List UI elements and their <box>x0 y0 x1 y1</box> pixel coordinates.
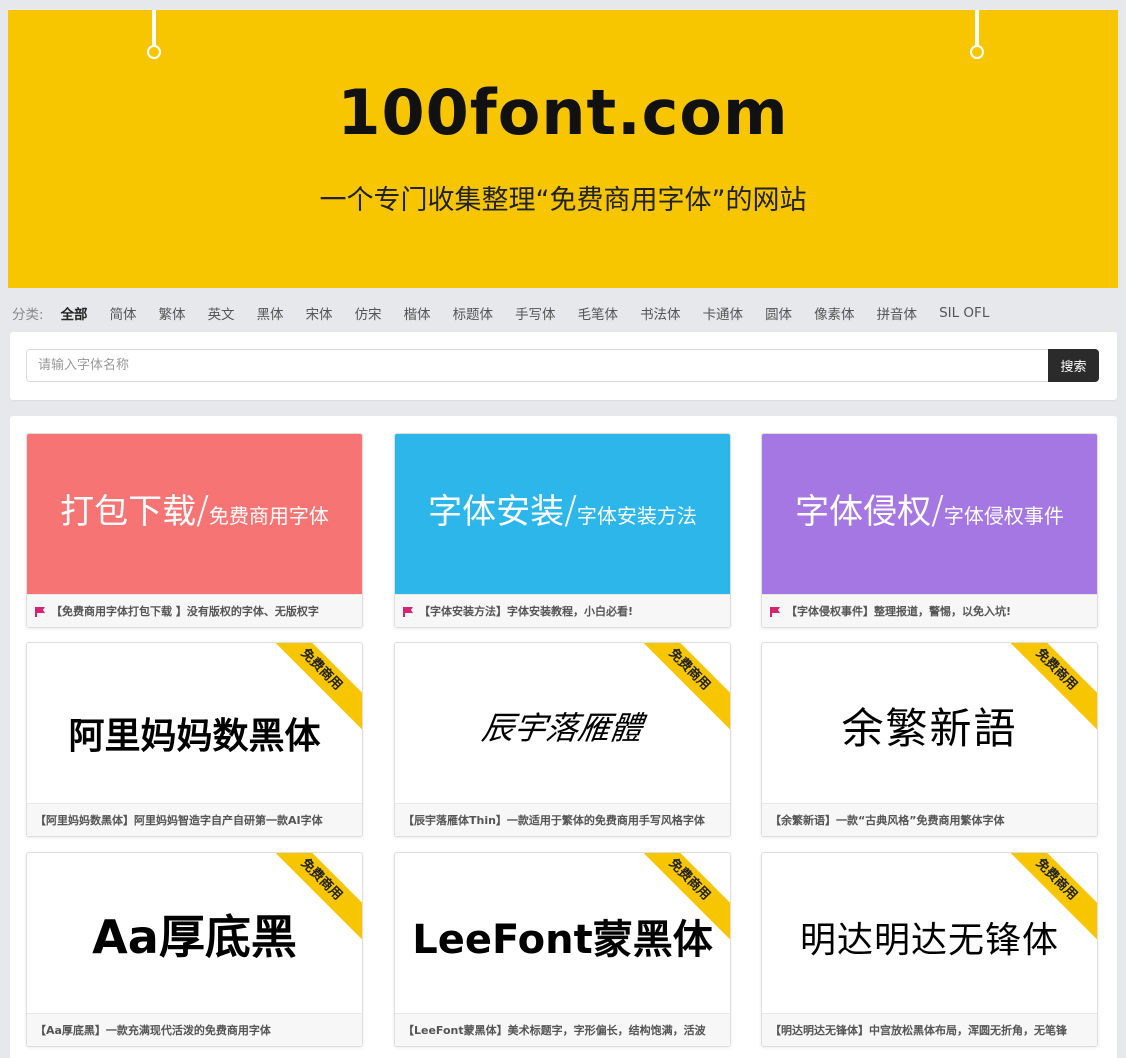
font-card[interactable]: 辰宇落雁體 免费商用 【辰宇落雁体Thin】一款适用于繁体的免费商用手写风格字体 <box>394 642 731 837</box>
category-item-cartoon[interactable]: 卡通体 <box>703 303 744 323</box>
category-item-pixel[interactable]: 像素体 <box>814 303 855 323</box>
search-panel: 搜索 <box>10 332 1117 400</box>
font-preview-area: LeeFont蒙黑体 免费商用 <box>395 853 730 1013</box>
category-item-simplified[interactable]: 简体 <box>110 303 137 323</box>
promo-card-download[interactable]: 打包下载/免费商用字体 【免费商用字体打包下载 】没有版权的字体、无版权字 <box>26 433 363 628</box>
category-item-pinyin[interactable]: 拼音体 <box>877 303 918 323</box>
category-item-traditional[interactable]: 繁体 <box>159 303 186 323</box>
font-preview-text: 明达明达无锋体 <box>799 920 1059 961</box>
promo-subtitle: 字体安装方法 <box>576 504 697 528</box>
font-card[interactable]: 余繁新語 免费商用 【余繁新语】一款“古典风格”免费商用繁体字体 <box>761 642 1098 837</box>
card-caption[interactable]: 【辰宇落雁体Thin】一款适用于繁体的免费商用手写风格字体 <box>395 803 730 836</box>
font-preview-text: Aa厚底黑 <box>92 910 297 964</box>
site-subtitle: 一个专门收集整理“免费商用字体”的网站 <box>319 185 807 216</box>
category-bar: 分类: 全部 简体 繁体 英文 黑体 宋体 仿宋 楷体 标题体 手写体 毛笔体 … <box>12 302 1011 324</box>
flag-icon <box>35 607 45 617</box>
promo-card-install[interactable]: 字体安装/字体安装方法 【字体安装方法】字体安装教程，小白必看! <box>394 433 731 628</box>
hanger-right-decoration <box>970 10 984 60</box>
search-input[interactable] <box>26 349 1049 382</box>
font-card[interactable]: 阿里妈妈数黑体 免费商用 【阿里妈妈数黑体】阿里妈妈智造字自产自研第一款AI字体 <box>26 642 363 837</box>
promo-thumb: 字体安装/字体安装方法 <box>395 434 730 594</box>
hanger-left-decoration <box>147 10 161 60</box>
flag-icon <box>403 607 413 617</box>
promo-subtitle: 免费商用字体 <box>208 504 329 528</box>
font-preview-text: LeeFont蒙黑体 <box>412 917 713 963</box>
font-preview-text: 余繁新語 <box>841 704 1018 753</box>
font-preview-area: 辰宇落雁體 免费商用 <box>395 643 730 803</box>
category-item-all[interactable]: 全部 <box>61 303 88 323</box>
category-item-round[interactable]: 圆体 <box>765 303 792 323</box>
font-preview-text: 阿里妈妈数黑体 <box>68 716 321 757</box>
font-preview-text: 辰宇落雁體 <box>479 709 645 747</box>
card-caption[interactable]: 【字体安装方法】字体安装教程，小白必看! <box>395 594 730 627</box>
category-item-kai[interactable]: 楷体 <box>404 303 431 323</box>
card-caption[interactable]: 【LeeFont蒙黑体】美术标题字，字形偏长，结构饱满，活波 <box>395 1013 730 1046</box>
promo-title: 打包下载 <box>60 492 197 532</box>
site-title[interactable]: 100font.com <box>8 76 1118 149</box>
promo-subtitle: 字体侵权事件 <box>943 504 1064 528</box>
card-caption[interactable]: 【明达明达无锋体】中宫放松黑体布局，浑圆无折角，无笔锋 <box>762 1013 1097 1046</box>
promo-thumb: 打包下载/免费商用字体 <box>27 434 362 594</box>
font-preview-area: Aa厚底黑 免费商用 <box>27 853 362 1013</box>
category-item-english[interactable]: 英文 <box>208 303 235 323</box>
category-label: 分类: <box>12 307 44 323</box>
promo-card-infringement[interactable]: 字体侵权/字体侵权事件 【字体侵权事件】整理报道，警惕，以免入坑! <box>761 433 1098 628</box>
category-item-handwriting[interactable]: 手写体 <box>515 303 556 323</box>
category-item-brush[interactable]: 毛笔体 <box>578 303 619 323</box>
promo-thumb: 字体侵权/字体侵权事件 <box>762 434 1097 594</box>
font-grid: 打包下载/免费商用字体 【免费商用字体打包下载 】没有版权的字体、无版权字 字体… <box>10 416 1117 1058</box>
card-caption[interactable]: 【Aa厚底黑】一款充满现代活泼的免费商用字体 <box>27 1013 362 1046</box>
category-item-calligraphy[interactable]: 书法体 <box>640 303 681 323</box>
font-card[interactable]: LeeFont蒙黑体 免费商用 【LeeFont蒙黑体】美术标题字，字形偏长，结… <box>394 852 731 1047</box>
site-banner: 100font.com 一个专门收集整理“免费商用字体”的网站 <box>8 10 1118 288</box>
card-caption[interactable]: 【免费商用字体打包下载 】没有版权的字体、无版权字 <box>27 594 362 627</box>
font-preview-area: 阿里妈妈数黑体 免费商用 <box>27 643 362 803</box>
promo-title: 字体安装 <box>428 492 565 532</box>
card-caption[interactable]: 【字体侵权事件】整理报道，警惕，以免入坑! <box>762 594 1097 627</box>
category-item-sil-ofl[interactable]: SIL OFL <box>939 305 989 321</box>
card-caption[interactable]: 【余繁新语】一款“古典风格”免费商用繁体字体 <box>762 803 1097 836</box>
flag-icon <box>770 607 780 617</box>
card-caption[interactable]: 【阿里妈妈数黑体】阿里妈妈智造字自产自研第一款AI字体 <box>27 803 362 836</box>
search-button[interactable]: 搜索 <box>1048 349 1099 382</box>
font-preview-area: 余繁新語 免费商用 <box>762 643 1097 803</box>
category-item-title[interactable]: 标题体 <box>453 303 494 323</box>
category-item-song[interactable]: 宋体 <box>306 303 333 323</box>
promo-title: 字体侵权 <box>795 492 932 532</box>
category-item-hei[interactable]: 黑体 <box>257 303 284 323</box>
font-preview-area: 明达明达无锋体 免费商用 <box>762 853 1097 1013</box>
category-item-fangsong[interactable]: 仿宋 <box>355 303 382 323</box>
font-card[interactable]: 明达明达无锋体 免费商用 【明达明达无锋体】中宫放松黑体布局，浑圆无折角，无笔锋 <box>761 852 1098 1047</box>
font-card[interactable]: Aa厚底黑 免费商用 【Aa厚底黑】一款充满现代活泼的免费商用字体 <box>26 852 363 1047</box>
